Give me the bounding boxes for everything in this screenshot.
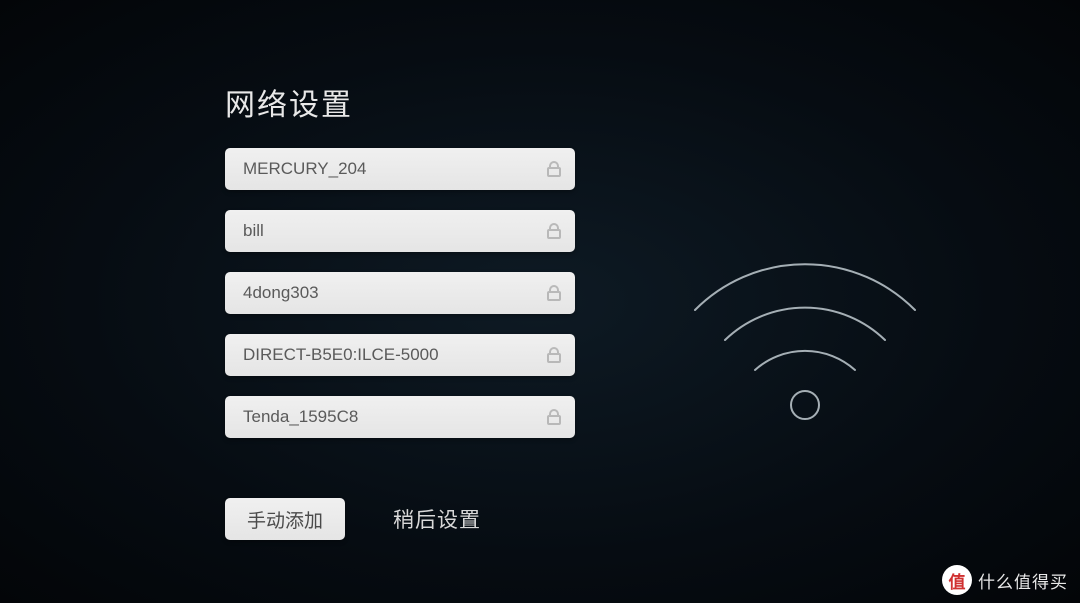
network-item[interactable]: Tenda_1595C8: [225, 396, 575, 438]
lock-icon: [547, 285, 561, 301]
watermark: 值 什么值得买: [942, 565, 1068, 595]
network-name: MERCURY_204: [243, 159, 366, 179]
network-name: DIRECT-B5E0:ILCE-5000: [243, 345, 439, 365]
network-item[interactable]: MERCURY_204: [225, 148, 575, 190]
setup-later-button[interactable]: 稍后设置: [393, 504, 481, 534]
manual-add-button[interactable]: 手动添加: [225, 498, 345, 540]
network-item[interactable]: 4dong303: [225, 272, 575, 314]
watermark-badge-icon: 值: [942, 565, 972, 595]
network-name: Tenda_1595C8: [243, 407, 358, 427]
network-item[interactable]: bill: [225, 210, 575, 252]
page-title: 网络设置: [225, 80, 1080, 124]
lock-icon: [547, 223, 561, 239]
lock-icon: [547, 347, 561, 363]
network-name: bill: [243, 221, 264, 241]
network-item[interactable]: DIRECT-B5E0:ILCE-5000: [225, 334, 575, 376]
network-name: 4dong303: [243, 283, 319, 303]
watermark-text: 什么值得买: [978, 568, 1068, 593]
network-list: MERCURY_204 bill 4dong303 DIRECT-B5E0:IL…: [225, 148, 1080, 438]
lock-icon: [547, 409, 561, 425]
button-row: 手动添加 稍后设置: [225, 498, 1080, 540]
wifi-icon: [685, 235, 925, 435]
lock-icon: [547, 161, 561, 177]
